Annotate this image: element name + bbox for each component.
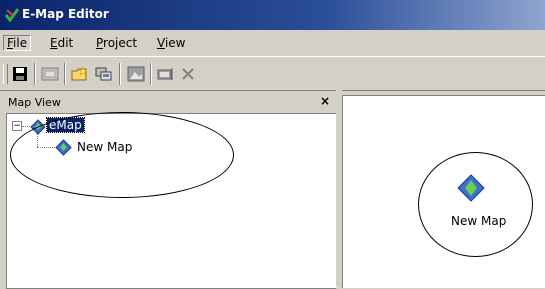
menu-project[interactable]: Project [92,35,141,51]
map-tree: − eMap New Map [6,112,337,289]
title-bar: E-Map Editor [0,0,545,30]
window-title: E-Map Editor [22,7,109,21]
new-folder-icon [71,66,88,81]
toolbar-grip[interactable] [3,64,8,84]
annotation-circle [418,152,533,257]
toolbar-separator [119,63,121,85]
image-button[interactable] [126,64,146,84]
menu-file[interactable]: File [3,35,32,51]
new-folder-button[interactable] [70,64,90,84]
close-panel-button[interactable]: × [320,94,330,108]
copy-button[interactable] [94,64,114,84]
map-view-panel: Map View × − eMap New Map [6,94,337,289]
map-canvas: New Map [342,95,545,288]
menu-project-accel: P [96,36,104,50]
menu-view[interactable]: View [153,35,189,51]
delete-button[interactable] [178,64,198,84]
save-icon [13,67,27,81]
menu-view-label: iew [164,36,186,50]
image-icon [127,66,145,82]
save-button[interactable] [10,64,30,84]
canvas-node-label[interactable]: New Map [451,214,506,228]
tree-line [22,126,30,127]
rename-button[interactable] [156,64,176,84]
toolbar-separator [64,63,66,85]
tree-collapse-icon[interactable]: − [12,121,22,131]
toolbar-separator [150,63,152,85]
map-button[interactable] [40,64,60,84]
toolbar-separator [34,63,36,85]
menu-edit[interactable]: Edit [46,35,77,51]
toolbar [0,57,545,91]
map-view-header: Map View × [6,94,336,109]
delete-icon [182,68,194,80]
map-icon [41,67,59,81]
menu-file-label: ile [13,36,28,50]
rename-icon [157,68,173,80]
menu-view-accel: V [157,36,165,50]
menu-bar: File Edit Project View [0,30,545,57]
map-view-title: Map View [8,96,61,109]
menu-edit-label: dit [57,36,74,50]
copy-icon [95,67,112,81]
menu-edit-accel: E [50,36,58,50]
menu-project-label: roject [103,36,138,50]
emap-app-icon [5,8,19,22]
annotation-ellipse [10,112,234,198]
map-node-icon[interactable] [457,174,485,202]
